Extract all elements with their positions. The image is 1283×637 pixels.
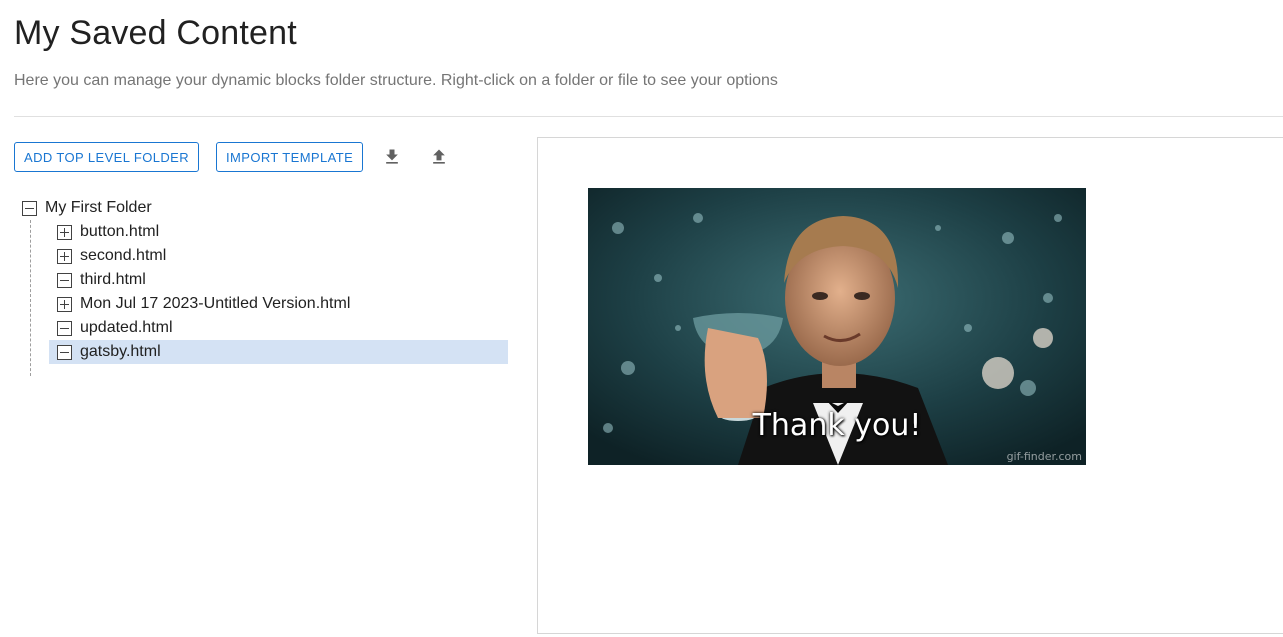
- header-divider: [14, 116, 1283, 117]
- tree-item-label: gatsby.html: [80, 343, 161, 360]
- tree-folder-my-first-folder[interactable]: My First Folder: [22, 196, 508, 220]
- upload-icon[interactable]: [427, 145, 451, 169]
- import-template-button[interactable]: IMPORT TEMPLATE: [216, 142, 364, 172]
- expand-icon[interactable]: [57, 224, 72, 240]
- folder-tree: My First Folder button.html second.html …: [22, 196, 508, 376]
- tree-item-second-html[interactable]: second.html: [49, 244, 508, 268]
- page-subtitle: Here you can manage your dynamic blocks …: [14, 72, 778, 89]
- preview-image: Thank you! gif-finder.com: [588, 188, 1086, 465]
- tree-item-label: second.html: [80, 247, 167, 264]
- collapse-icon[interactable]: [57, 344, 72, 360]
- tree-item-label: Mon Jul 17 2023-Untitled Version.html: [80, 295, 351, 312]
- tree-item-gatsby-html[interactable]: gatsby.html: [49, 340, 508, 364]
- tree-item-updated-html[interactable]: updated.html: [49, 316, 508, 340]
- tree-item-untitled-version-html[interactable]: Mon Jul 17 2023-Untitled Version.html: [49, 292, 508, 316]
- collapse-icon[interactable]: [57, 272, 72, 288]
- page-title: My Saved Content: [14, 14, 297, 52]
- tree-folder-label: My First Folder: [45, 199, 152, 216]
- add-top-level-folder-button[interactable]: ADD TOP LEVEL FOLDER: [14, 142, 200, 172]
- preview-panel: Thank you! gif-finder.com: [537, 137, 1283, 634]
- download-icon[interactable]: [380, 145, 404, 169]
- collapse-icon[interactable]: [22, 200, 37, 216]
- tree-item-button-html[interactable]: button.html: [49, 220, 508, 244]
- tree-item-label: button.html: [80, 223, 160, 240]
- preview-watermark: gif-finder.com: [1006, 450, 1082, 463]
- expand-icon[interactable]: [57, 248, 72, 264]
- tree-item-third-html[interactable]: third.html: [49, 268, 508, 292]
- tree-item-label: third.html: [80, 271, 146, 288]
- toolbar: ADD TOP LEVEL FOLDER IMPORT TEMPLATE: [14, 142, 451, 172]
- tree-item-label: updated.html: [80, 319, 173, 336]
- collapse-icon[interactable]: [57, 320, 72, 336]
- preview-caption: Thank you!: [752, 408, 922, 443]
- expand-icon[interactable]: [57, 296, 72, 312]
- tree-children: button.html second.html third.html Mon J…: [30, 220, 508, 376]
